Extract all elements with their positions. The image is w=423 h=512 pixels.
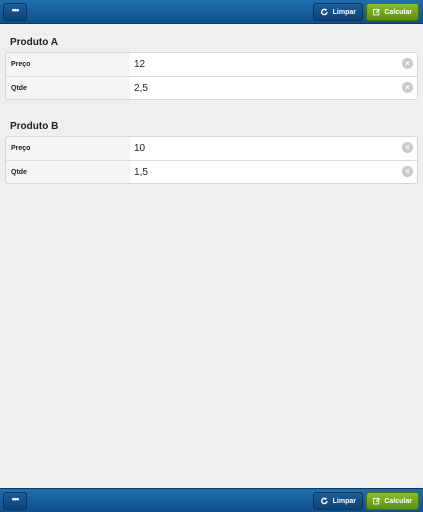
product-a-title: Produto A [10,37,58,48]
calcular-button[interactable]: Calcular [366,492,419,510]
limpar-label: Limpar [332,8,356,16]
preco-label: Preço [6,137,130,160]
top-toolbar: ••• Limpar Calcular [0,0,423,24]
bottom-toolbar: ••• Limpar Calcular [0,488,423,512]
product-b-title: Produto B [10,121,59,132]
product-b-preco-row: Preço 10 × [6,137,417,160]
edit-icon [373,497,380,505]
menu-button[interactable]: ••• [3,492,27,510]
limpar-button[interactable]: Limpar [313,3,363,21]
preco-label: Preço [6,53,130,76]
product-a-preco-input[interactable]: 12 [130,53,417,76]
product-a-qtde-input[interactable]: 2,5 [130,77,417,99]
limpar-label: Limpar [332,497,356,505]
qtde-label: Qtde [6,77,130,99]
limpar-button[interactable]: Limpar [313,492,363,510]
clear-icon[interactable]: × [402,82,413,93]
qtde-label: Qtde [6,161,130,183]
product-b-qtde-row: Qtde 1,5 × [6,160,417,183]
menu-dots-icon: ••• [11,494,20,504]
refresh-icon [321,8,328,16]
product-b-qtde-input[interactable]: 1,5 [130,161,417,183]
clear-icon[interactable]: × [402,142,413,153]
product-a-card: Preço 12 × Qtde 2,5 × [5,52,418,100]
edit-icon [373,8,380,16]
calcular-button[interactable]: Calcular [366,3,419,21]
product-b-section: Produto B Preço 10 × Qtde 1,5 × [5,120,418,184]
product-a-qtde-row: Qtde 2,5 × [6,76,417,99]
product-a-section: Produto A Preço 12 × Qtde 2,5 × [5,36,418,100]
product-a-preco-row: Preço 12 × [6,53,417,76]
menu-dots-icon: ••• [11,5,20,15]
product-b-preco-input[interactable]: 10 [130,137,417,160]
refresh-icon [321,497,328,505]
clear-icon[interactable]: × [402,166,413,177]
calcular-label: Calcular [384,497,412,505]
calcular-label: Calcular [384,8,412,16]
menu-button[interactable]: ••• [3,3,27,21]
clear-icon[interactable]: × [402,58,413,69]
product-b-card: Preço 10 × Qtde 1,5 × [5,136,418,184]
